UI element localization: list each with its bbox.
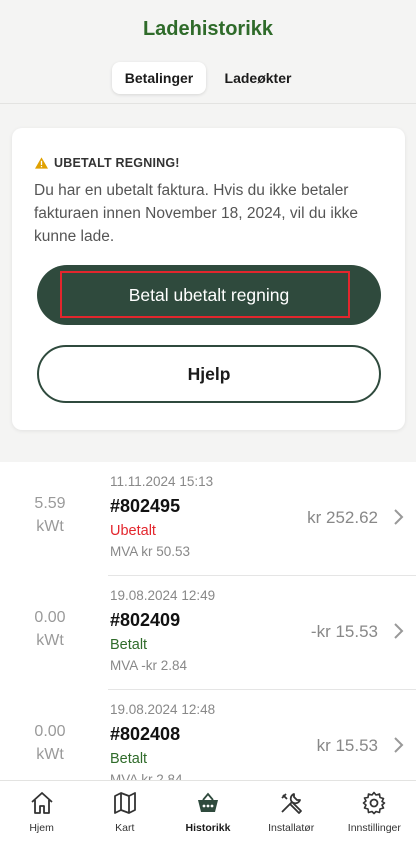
notice-title: UBETALT REGNING! <box>35 156 180 170</box>
chevron-right-icon <box>394 737 404 753</box>
kwt-unit: kWt <box>36 632 64 649</box>
help-button[interactable]: Hjelp <box>37 345 381 403</box>
transaction-row[interactable]: 0.00 kWt 19.08.2024 12:49 #802409 Betalt… <box>0 576 416 690</box>
unpaid-notice-card: UBETALT REGNING! Du har en ubetalt faktu… <box>12 128 405 430</box>
transaction-amount: kr 15.53 <box>316 736 378 755</box>
notice-title-text: UBETALT REGNING! <box>54 156 180 170</box>
vat-amount: MVA -kr 2.84 <box>110 658 188 673</box>
transaction-timestamp: 19.08.2024 12:48 <box>110 702 216 717</box>
transaction-timestamp: 11.11.2024 15:13 <box>110 474 214 489</box>
tab-label: Kart <box>115 822 135 834</box>
tab-innstillinger[interactable]: Innstillinger <box>333 781 416 842</box>
tab-kart[interactable]: Kart <box>83 781 166 842</box>
tab-ladeokter[interactable]: Ladeøkter <box>212 62 304 94</box>
status-badge: Ubetalt <box>110 523 156 539</box>
kwt-unit: kWt <box>36 518 64 535</box>
tab-betalinger[interactable]: Betalinger <box>112 62 206 94</box>
header: Ladehistorikk Betalinger Ladeøkter <box>0 0 416 104</box>
tools-icon <box>281 793 303 814</box>
pay-unpaid-bill-button[interactable]: Betal ubetalt regning <box>37 265 381 325</box>
transaction-list: 5.59 kWt 11.11.2024 15:13 #802495 Ubetal… <box>0 462 416 780</box>
bottom-tab-bar: Hjem Kart Historikk Installatør Innstill… <box>0 780 416 842</box>
kwt-value: 5.59 <box>34 495 66 512</box>
status-badge: Betalt <box>110 751 148 767</box>
tab-label: Innstillinger <box>347 822 401 834</box>
invoice-number: #802409 <box>110 610 181 630</box>
invoice-number: #802408 <box>110 724 181 744</box>
tab-label: Hjem <box>29 822 54 834</box>
home-icon <box>30 792 53 814</box>
warning-icon <box>35 157 48 169</box>
kwt-value: 0.00 <box>34 723 66 740</box>
vat-amount: MVA kr 50.53 <box>110 544 191 559</box>
chevron-right-icon <box>394 509 404 525</box>
page-title: Ladehistorikk <box>142 18 274 40</box>
app-root: Ladehistorikk Betalinger Ladeøkter UBETA… <box>0 0 416 842</box>
basket-icon <box>197 792 218 812</box>
tab-label: Historikk <box>185 822 231 834</box>
transaction-amount: kr 252.62 <box>307 508 378 527</box>
invoice-number: #802495 <box>110 496 181 516</box>
segmented-control: Betalinger Ladeøkter <box>112 62 304 94</box>
chevron-right-icon <box>394 623 404 639</box>
status-badge: Betalt <box>110 637 148 653</box>
tab-label: Installatør <box>268 822 315 834</box>
transaction-timestamp: 19.08.2024 12:49 <box>110 588 216 603</box>
tab-historikk[interactable]: Historikk <box>166 781 249 842</box>
vat-amount: MVA kr 2.84 <box>110 772 183 780</box>
kwt-value: 0.00 <box>34 609 66 626</box>
kwt-unit: kWt <box>36 746 64 763</box>
tab-installator[interactable]: Installatør <box>250 781 333 842</box>
notice-text: Du har en ubetalt faktura. Hvis du ikke … <box>34 182 358 245</box>
transaction-amount: -kr 15.53 <box>310 622 378 641</box>
tab-hjem[interactable]: Hjem <box>0 781 83 842</box>
map-icon <box>113 792 136 814</box>
transaction-row[interactable]: 0.00 kWt 19.08.2024 12:48 #802408 Betalt… <box>0 690 416 780</box>
gear-icon <box>363 791 386 815</box>
transaction-row[interactable]: 5.59 kWt 11.11.2024 15:13 #802495 Ubetal… <box>0 462 416 576</box>
